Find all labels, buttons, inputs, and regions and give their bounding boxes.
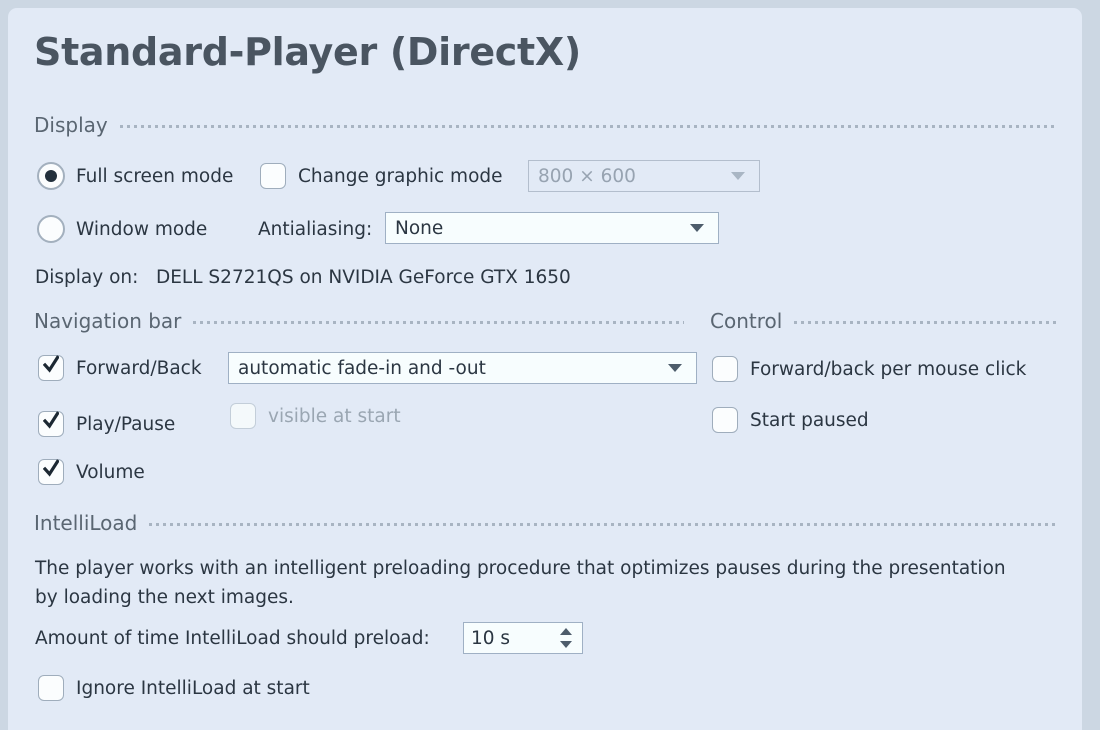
radio-selected-dot — [45, 170, 57, 182]
page-title: Standard-Player (DirectX) — [34, 30, 581, 74]
combo-resolution[interactable]: 800 × 600 — [528, 160, 760, 192]
display-on-label: Display on: — [35, 267, 139, 288]
intelliload-description-line1: The player works with an intelligent pre… — [35, 558, 1006, 579]
group-header-navigation-bar-label: Navigation bar — [34, 309, 182, 333]
radio-window-mode[interactable] — [37, 215, 65, 243]
radio-full-screen-mode[interactable] — [37, 162, 65, 190]
radio-full-screen-mode-label: Full screen mode — [76, 166, 234, 187]
antialiasing-label: Antialiasing: — [258, 219, 373, 240]
group-header-control-label: Control — [710, 309, 783, 333]
dotted-separator — [794, 321, 1056, 324]
chevron-down-icon — [690, 224, 704, 232]
group-header-navigation-bar: Navigation bar — [34, 309, 684, 333]
checkbox-ignore-intelliload-at-start[interactable] — [38, 675, 64, 701]
checkbox-change-graphic-mode-label: Change graphic mode — [298, 166, 503, 187]
checkbox-ignore-intelliload-at-start-label: Ignore IntelliLoad at start — [76, 678, 310, 699]
dotted-separator — [149, 523, 1056, 526]
group-header-display: Display — [34, 113, 1056, 137]
check-icon — [43, 459, 59, 477]
checkbox-forward-back-mouse-click-label: Forward/back per mouse click — [750, 359, 1027, 380]
intelliload-description-line2: by loading the next images. — [35, 587, 294, 608]
checkbox-play-pause-label: Play/Pause — [76, 414, 176, 435]
check-icon — [43, 355, 59, 373]
dotted-separator — [193, 321, 684, 324]
display-on-value: DELL S2721QS on NVIDIA GeForce GTX 1650 — [156, 267, 571, 288]
checkbox-start-paused-label: Start paused — [750, 410, 869, 431]
combo-navbar-fade-mode[interactable]: automatic fade-in and -out — [228, 352, 697, 384]
spinner-buttons[interactable] — [559, 628, 573, 648]
player-settings-screen: Standard-Player (DirectX) Display Full s… — [0, 0, 1100, 730]
checkbox-volume[interactable] — [38, 459, 64, 485]
checkbox-start-paused[interactable] — [712, 407, 738, 433]
checkbox-forward-back-mouse-click[interactable] — [712, 356, 738, 382]
preload-time-label: Amount of time IntelliLoad should preloa… — [35, 628, 430, 649]
checkbox-visible-at-start[interactable] — [230, 403, 256, 429]
dotted-separator — [119, 125, 1056, 128]
group-header-intelliload-label: IntelliLoad — [34, 511, 138, 535]
group-header-control: Control — [710, 309, 1056, 333]
spinner-preload-time-value: 10 s — [471, 627, 511, 649]
checkbox-volume-label: Volume — [76, 462, 145, 483]
chevron-down-icon — [731, 172, 745, 180]
spinner-up-icon[interactable] — [560, 628, 572, 635]
group-header-display-label: Display — [34, 113, 108, 137]
checkbox-forward-back-label: Forward/Back — [76, 358, 202, 379]
combo-navbar-fade-mode-value: automatic fade-in and -out — [238, 357, 486, 379]
check-icon — [43, 411, 59, 429]
spinner-down-icon[interactable] — [560, 641, 572, 648]
combo-resolution-value: 800 × 600 — [538, 165, 636, 187]
combo-antialiasing[interactable]: None — [385, 212, 719, 244]
radio-window-mode-label: Window mode — [76, 219, 208, 240]
checkbox-forward-back[interactable] — [38, 355, 64, 381]
checkbox-play-pause[interactable] — [38, 411, 64, 437]
checkbox-visible-at-start-label: visible at start — [268, 406, 401, 427]
chevron-down-icon — [668, 364, 682, 372]
combo-antialiasing-value: None — [395, 217, 444, 239]
checkbox-change-graphic-mode[interactable] — [260, 163, 286, 189]
group-header-intelliload: IntelliLoad — [34, 511, 1056, 535]
spinner-preload-time[interactable]: 10 s — [463, 622, 583, 654]
settings-panel: Standard-Player (DirectX) Display Full s… — [8, 8, 1082, 730]
